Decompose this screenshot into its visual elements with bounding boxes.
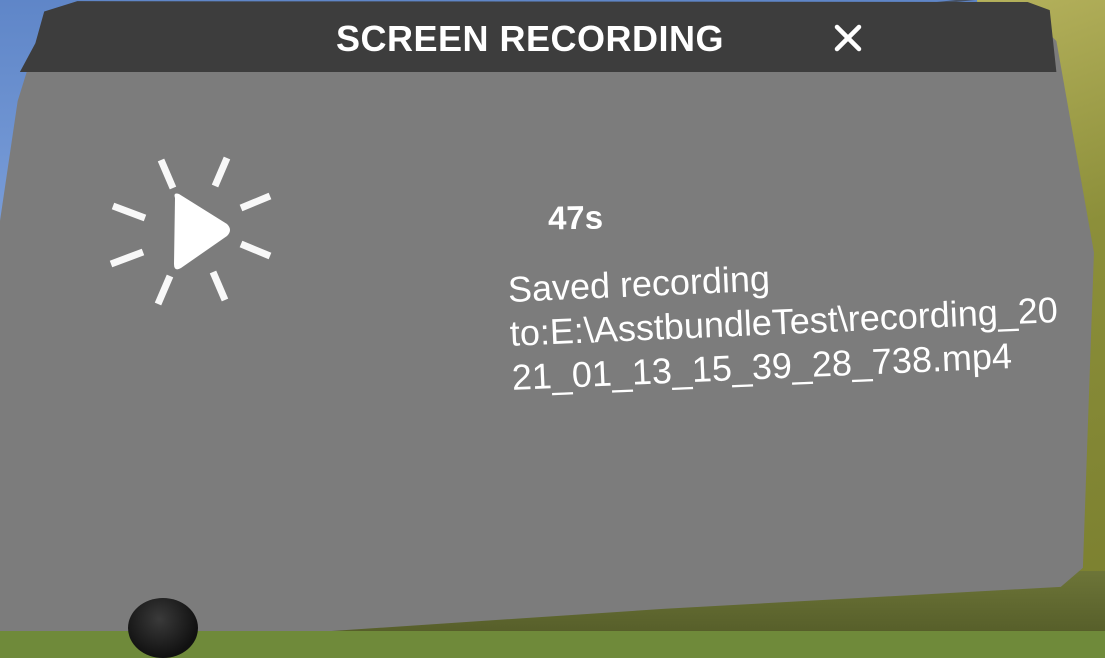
close-button[interactable] (828, 18, 868, 58)
dialog-title: SCREEN RECORDING (335, 18, 725, 59)
play-burst-icon (109, 156, 272, 306)
close-icon (834, 24, 862, 52)
save-status-message: Saved recording to:E:\AsstbundleTest\rec… (507, 242, 1102, 400)
vr-controller (128, 598, 198, 658)
elapsed-time: 47s (547, 198, 604, 237)
